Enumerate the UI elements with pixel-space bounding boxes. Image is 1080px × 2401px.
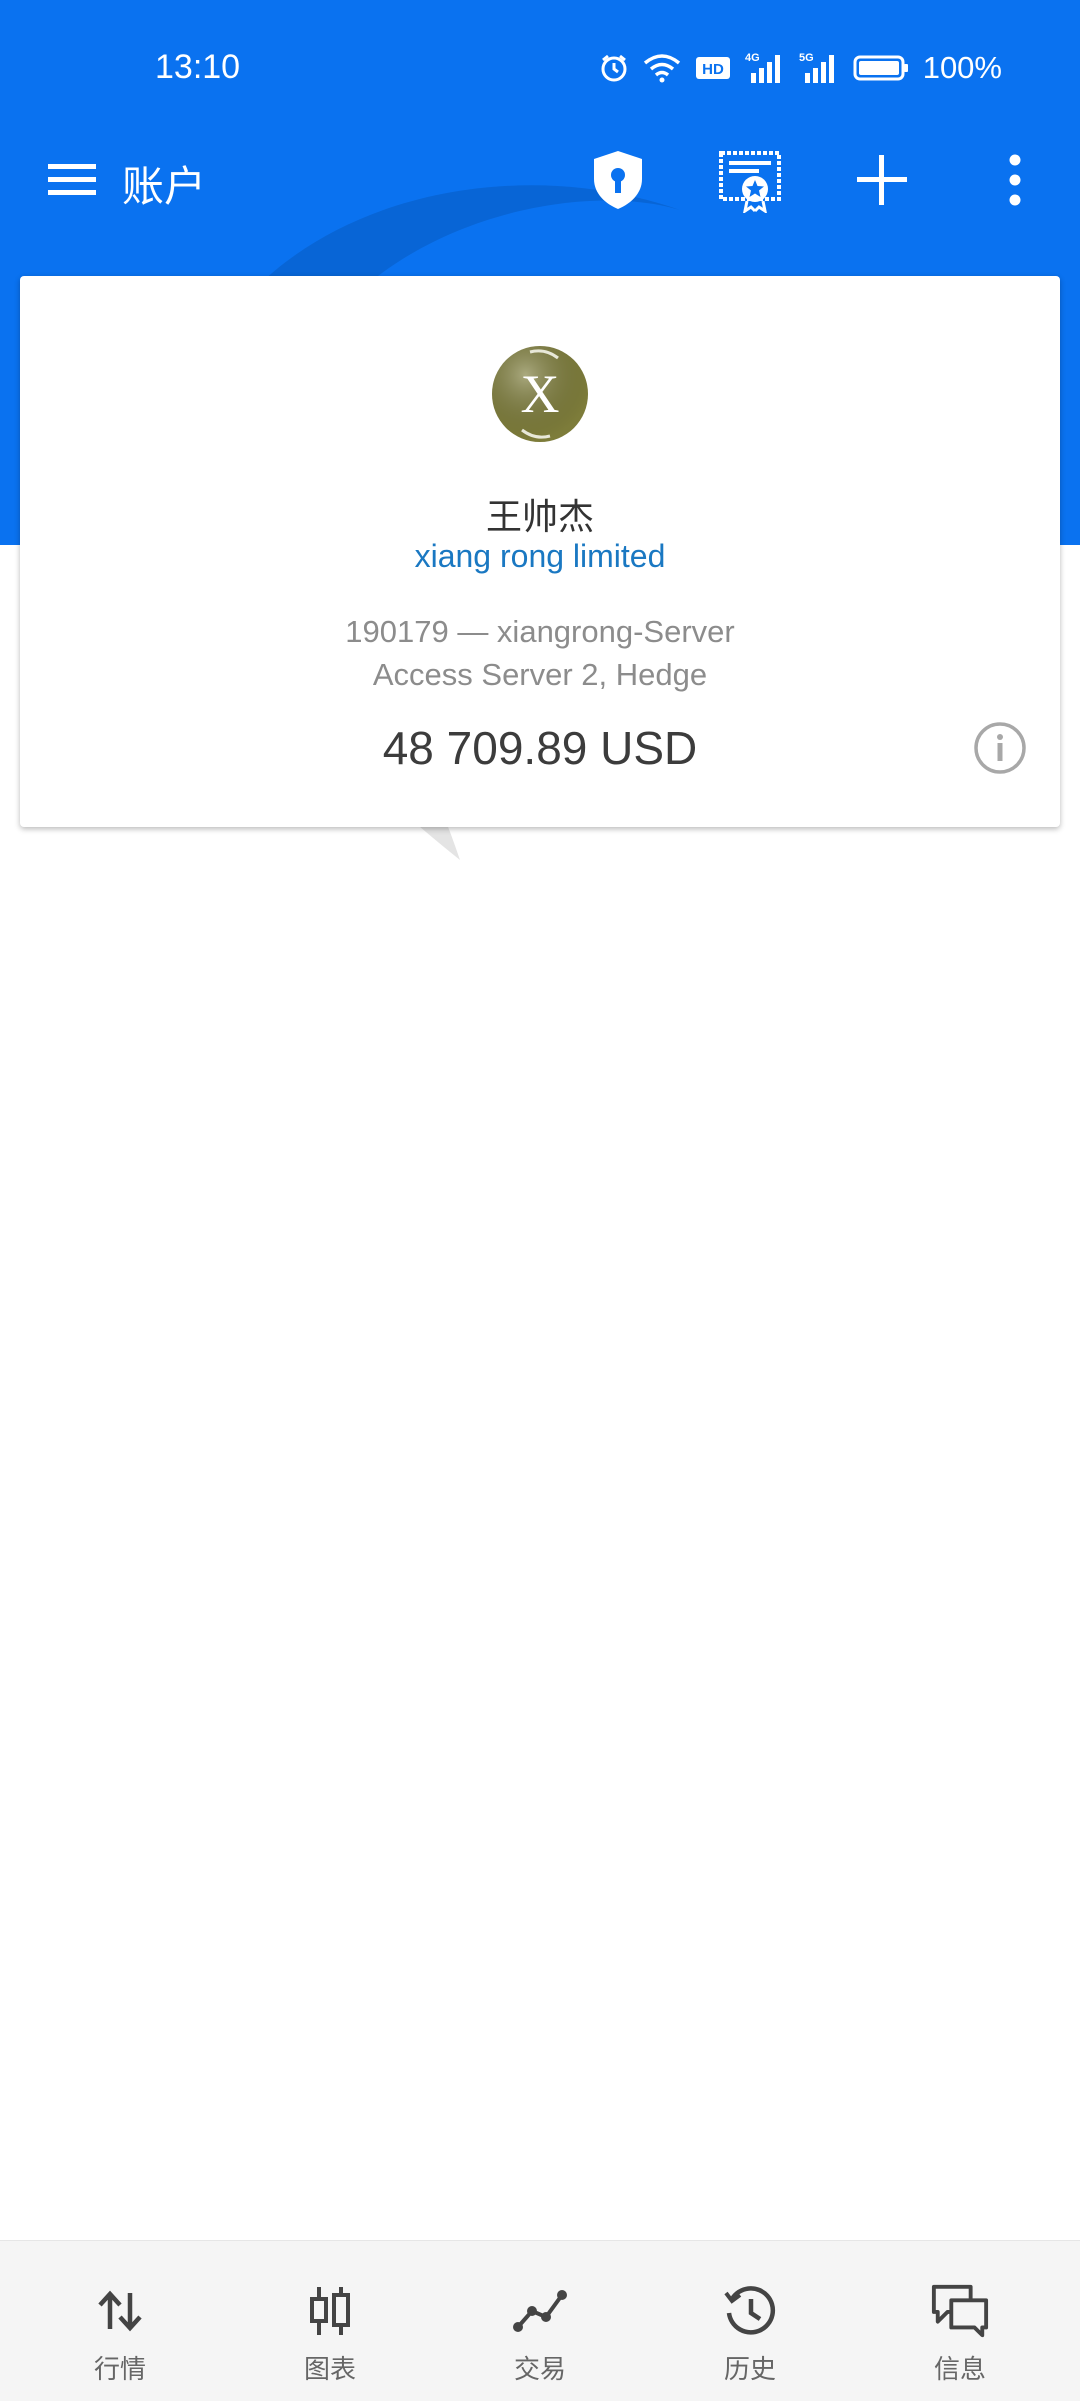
- nav-quotes-label: 行情: [93, 2355, 146, 2385]
- shield-key-button[interactable]: [583, 145, 653, 215]
- more-options-button[interactable]: [980, 145, 1050, 215]
- account-server: 190179 — xiangrong-Server: [345, 614, 735, 649]
- history-clock-icon: [724, 2286, 776, 2335]
- battery-percent: 100%: [922, 50, 1002, 85]
- certificate-icon: [719, 151, 781, 213]
- menu-icon[interactable]: [48, 162, 96, 198]
- broker-logo: X: [492, 346, 588, 442]
- status-bar: 13:10 HD 4G 5G 100%: [0, 0, 1080, 135]
- nav-quotes[interactable]: 行情: [12, 2241, 228, 2401]
- bottom-navigation: 行情 图表 交易 历史 信息: [0, 2240, 1080, 2401]
- shield-key-icon: [594, 151, 642, 209]
- account-balance: 48 709.89 USD: [382, 722, 698, 774]
- nav-trade[interactable]: 交易: [432, 2241, 648, 2401]
- messages-icon: [931, 2284, 989, 2338]
- svg-text:X: X: [521, 364, 560, 424]
- broker-company-link[interactable]: xiang rong limited: [20, 538, 1060, 575]
- account-access-server: Access Server 2, Hedge: [372, 657, 708, 692]
- nav-messages[interactable]: 信息: [852, 2241, 1068, 2401]
- add-account-button[interactable]: [847, 145, 917, 215]
- nav-history-label: 历史: [723, 2355, 776, 2385]
- account-card[interactable]: X 王帅杰 xiang rong limited 190179 — xiangr…: [20, 276, 1060, 827]
- 5g-signal-icon: 5G: [799, 52, 834, 83]
- info-icon[interactable]: [973, 721, 1027, 775]
- nav-history[interactable]: 历史: [642, 2241, 858, 2401]
- candlestick-chart-icon: [310, 2287, 350, 2335]
- more-vert-icon: [1009, 154, 1021, 206]
- wifi-icon: [643, 54, 680, 83]
- nav-charts-label: 图表: [303, 2355, 356, 2385]
- nav-trade-label: 交易: [513, 2355, 566, 2385]
- svg-text:5G: 5G: [799, 52, 814, 64]
- battery-icon: [853, 55, 908, 81]
- add-icon: [857, 155, 907, 205]
- certificate-button[interactable]: [715, 145, 785, 215]
- toolbar: 账户: [0, 135, 1080, 225]
- svg-text:HD: HD: [702, 61, 724, 78]
- nav-messages-label: 信息: [933, 2355, 986, 2385]
- nav-charts[interactable]: 图表: [222, 2241, 438, 2401]
- alarm-icon: [601, 54, 627, 82]
- svg-text:4G: 4G: [745, 52, 760, 64]
- 4g-signal-icon: 4G: [745, 52, 780, 83]
- account-holder-name: 王帅杰: [485, 497, 594, 538]
- quotes-arrows-icon: [98, 2290, 142, 2332]
- status-time: 13:10: [155, 48, 241, 86]
- hd-icon: HD: [695, 57, 730, 79]
- status-icons: HD 4G 5G 100%: [599, 48, 1002, 88]
- trade-line-icon: [513, 2290, 567, 2332]
- page-title: 账户: [122, 162, 207, 211]
